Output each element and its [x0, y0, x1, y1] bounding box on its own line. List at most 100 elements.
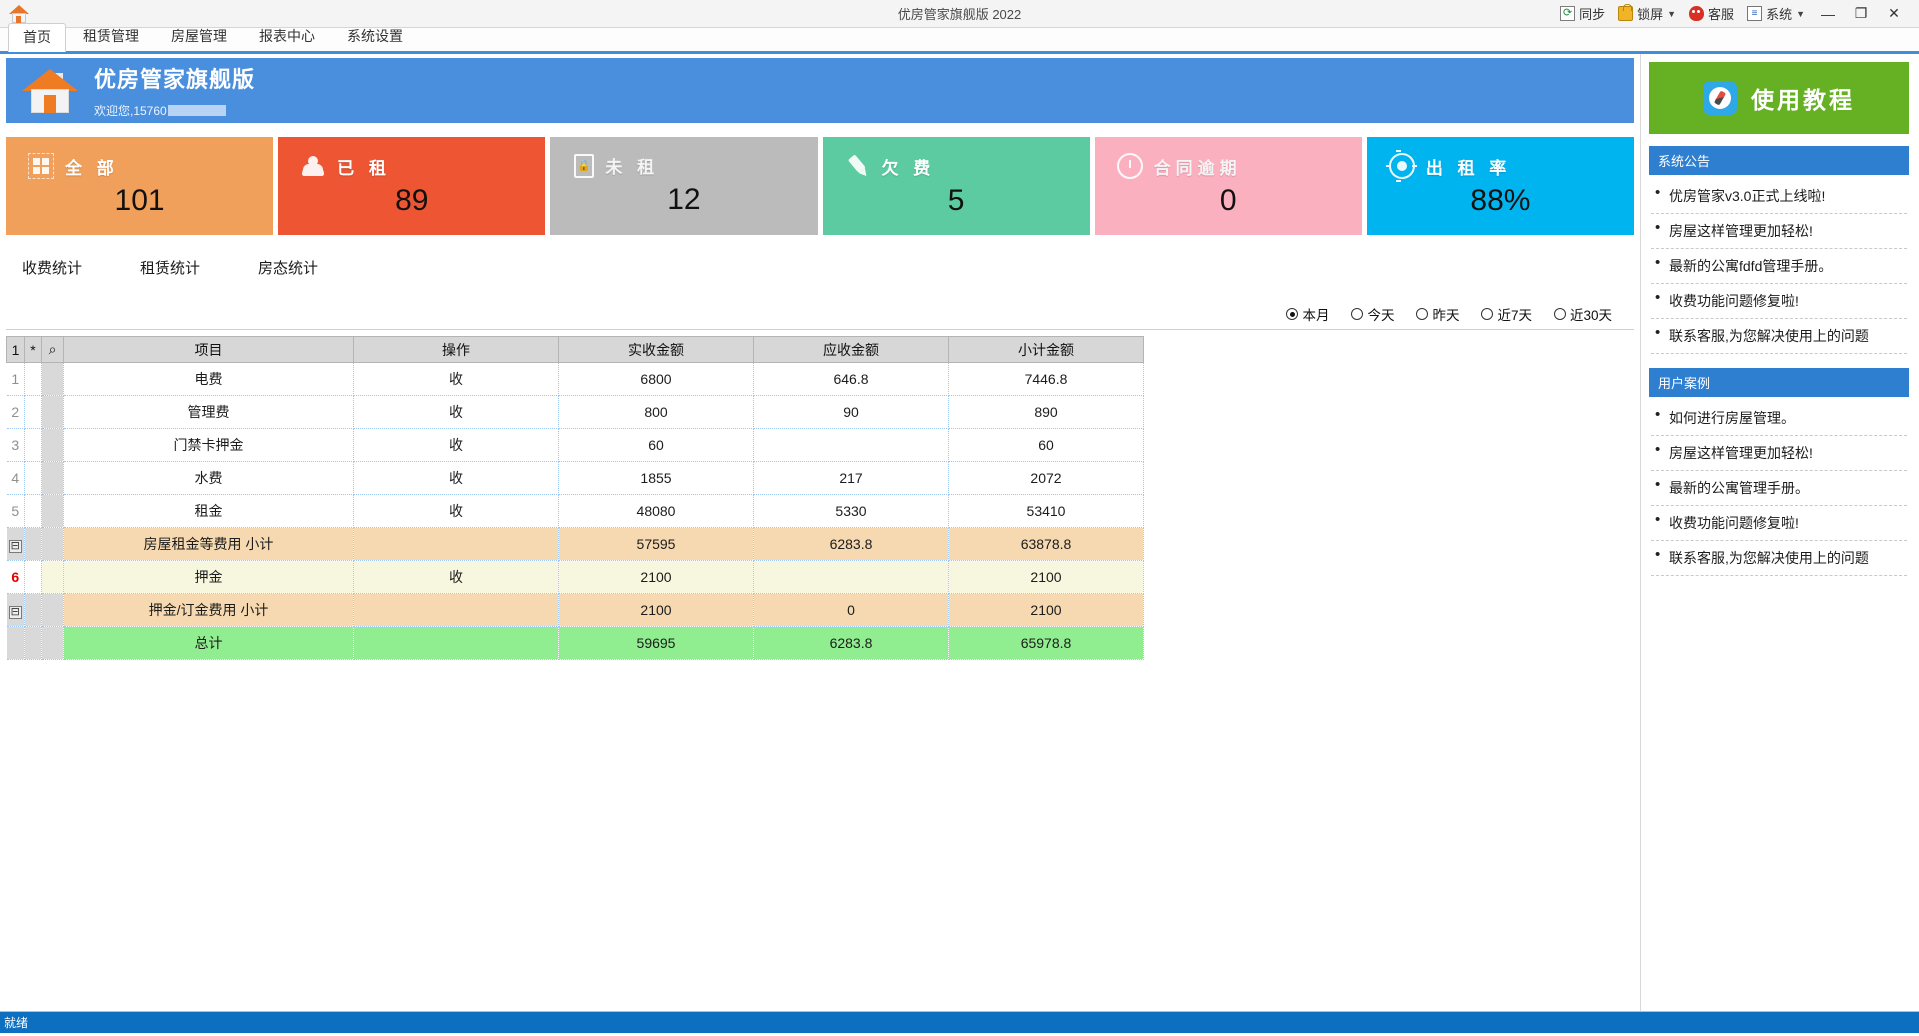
table-subtotal-row[interactable]: ⊟ 房屋租金等费用 小计 57595 6283.8 63878.8	[6, 527, 1144, 561]
table-row[interactable]: 3 门禁卡押金 收 60 60	[6, 428, 1144, 462]
stat-card-arrears[interactable]: 欠 费 5	[822, 137, 1090, 235]
radio-last-30-days[interactable]: 近30天	[1553, 304, 1612, 324]
list-item[interactable]: 优房管家v3.0正式上线啦!	[1651, 179, 1907, 214]
stat-card-overdue-contract[interactable]: 合同逾期 0	[1094, 137, 1362, 235]
stat-card-overdue-label: 合同逾期	[1153, 158, 1242, 178]
cell-due: 6283.8	[753, 527, 949, 561]
house-logo-icon	[22, 67, 78, 115]
header-operation[interactable]: 操作	[353, 336, 559, 363]
maximize-button[interactable]: ❐	[1846, 2, 1876, 26]
grid-icon	[28, 153, 54, 179]
cell-due	[753, 428, 949, 462]
list-item[interactable]: 最新的公寓fdfd管理手册。	[1651, 249, 1907, 284]
banner-title: 优房管家旗舰版	[94, 67, 256, 92]
header-item[interactable]: 项目	[63, 336, 354, 363]
cell-due	[753, 560, 949, 594]
list-item[interactable]: 房屋这样管理更加轻松!	[1651, 436, 1907, 471]
row-gutter	[41, 527, 64, 561]
table-row[interactable]: 4 水费 收 1855 217 2072	[6, 461, 1144, 495]
sync-button[interactable]: 同步	[1555, 2, 1610, 25]
cell-item: 电费	[63, 362, 354, 396]
tutorial-button[interactable]: 使用教程	[1649, 62, 1909, 134]
radio-last-7-days[interactable]: 近7天	[1481, 304, 1532, 324]
app-logo-icon	[6, 3, 32, 25]
stat-card-occupancy-value: 88%	[1470, 184, 1531, 217]
list-item[interactable]: 收费功能问题修复啦!	[1651, 506, 1907, 541]
stat-card-all-value: 101	[114, 184, 165, 217]
lock-icon	[1618, 4, 1634, 21]
cell-subtotal: 7446.8	[948, 362, 1144, 396]
table-total-row[interactable]: 总计 59695 6283.8 65978.8	[6, 626, 1144, 660]
row-star	[24, 461, 42, 495]
qq-icon	[1689, 6, 1705, 21]
radio-today-label: 今天	[1367, 308, 1395, 323]
row-indicator: 1	[6, 362, 25, 396]
title-bar: 优房管家旗舰版 2022 同步 锁屏 ▼ 客服 系统 ▼ — ❐ ✕	[0, 0, 1919, 28]
lock-screen-button[interactable]: 锁屏 ▼	[1613, 2, 1681, 25]
row-gutter	[41, 395, 64, 429]
stat-card-rented[interactable]: 已 租 89	[278, 137, 546, 235]
tab-fee-statistics[interactable]: 收费统计	[22, 257, 82, 282]
row-star	[24, 527, 42, 561]
menu-tab-home[interactable]: 首页	[8, 23, 66, 52]
minimize-button[interactable]: —	[1813, 2, 1843, 26]
row-collapse-toggle[interactable]: ⊟	[6, 593, 25, 627]
collapse-icon: ⊟	[8, 605, 22, 619]
row-gutter	[41, 494, 64, 528]
header-due-amount[interactable]: 应收金额	[753, 336, 949, 363]
stat-card-arrears-value: 5	[947, 184, 965, 217]
cell-operation: 收	[353, 362, 559, 396]
redacted-phone	[167, 105, 226, 116]
radio-yesterday[interactable]: 昨天	[1416, 304, 1459, 324]
status-text: 就绪	[4, 1016, 29, 1030]
tab-rental-statistics[interactable]: 租赁统计	[140, 257, 200, 282]
list-item[interactable]: 如何进行房屋管理。	[1651, 401, 1907, 436]
system-menu-button[interactable]: 系统 ▼	[1742, 2, 1810, 25]
stat-card-rented-label: 已 租	[337, 158, 391, 178]
target-icon	[1385, 153, 1415, 179]
collapse-icon: ⊟	[8, 539, 22, 553]
stat-card-vacant-value: 12	[667, 183, 701, 216]
table-row[interactable]: 5 租金 收 48080 5330 53410	[6, 494, 1144, 528]
list-item[interactable]: 联系客服,为您解决使用上的问题	[1651, 541, 1907, 576]
tab-room-status-statistics[interactable]: 房态统计	[258, 257, 318, 282]
row-collapse-toggle[interactable]: ⊟	[6, 527, 25, 561]
list-item[interactable]: 收费功能问题修复啦!	[1651, 284, 1907, 319]
cell-due: 646.8	[753, 362, 949, 396]
list-item[interactable]: 联系客服,为您解决使用上的问题	[1651, 319, 1907, 354]
cell-subtotal: 2072	[948, 461, 1144, 495]
statistics-tabs: 收费统计 租赁统计 房态统计	[0, 235, 1640, 282]
cell-actual: 60	[558, 428, 754, 462]
table-row[interactable]: 2 管理费 收 800 90 890	[6, 395, 1144, 429]
table-row-selected[interactable]: 6 押金 收 2100 2100	[6, 560, 1144, 594]
table-subtotal-row[interactable]: ⊟ 押金/订金费用 小计 2100 0 2100	[6, 593, 1144, 627]
cell-item: 押金/订金费用 小计	[63, 593, 354, 627]
list-item[interactable]: 最新的公寓管理手册。	[1651, 471, 1907, 506]
table-row[interactable]: 1 电费 收 6800 646.8 7446.8	[6, 362, 1144, 396]
cell-actual: 2100	[558, 593, 754, 627]
radio-dot-icon	[1553, 308, 1566, 320]
cases-list: 如何进行房屋管理。 房屋这样管理更加轻松! 最新的公寓管理手册。 收费功能问题修…	[1649, 397, 1909, 576]
header-actual-amount[interactable]: 实收金额	[558, 336, 754, 363]
stat-card-all[interactable]: 全 部 101	[6, 137, 274, 235]
close-button[interactable]: ✕	[1879, 2, 1909, 26]
customer-service-button[interactable]: 客服	[1684, 2, 1739, 25]
radio-this-month[interactable]: 本月	[1286, 304, 1329, 324]
stat-card-all-label: 全 部	[65, 158, 119, 178]
list-item[interactable]: 房屋这样管理更加轻松!	[1651, 214, 1907, 249]
radio-today[interactable]: 今天	[1351, 304, 1394, 324]
stat-card-rented-value: 89	[395, 184, 429, 217]
cell-operation	[353, 593, 559, 627]
row-gutter	[41, 428, 64, 462]
lock-screen-label: 锁屏	[1637, 7, 1664, 22]
header-subtotal-amount[interactable]: 小计金额	[948, 336, 1144, 363]
cell-subtotal: 2100	[948, 560, 1144, 594]
row-star	[24, 494, 42, 528]
fee-statistics-table: 1 * ⌕ 项目 操作 实收金额 应收金额 小计金额 1 电费 收 6800 6…	[6, 336, 1144, 660]
stat-card-vacant[interactable]: 未 租 12	[550, 137, 818, 235]
stat-card-occupancy[interactable]: 出 租 率 88%	[1366, 137, 1635, 235]
stat-cards: 全 部 101 已 租 89 未 租 12 欠 费 5 合同逾期	[6, 137, 1635, 235]
cell-due: 90	[753, 395, 949, 429]
row-star	[24, 560, 42, 594]
announcements-panel: 系统公告 优房管家v3.0正式上线啦! 房屋这样管理更加轻松! 最新的公寓fdf…	[1649, 146, 1909, 354]
